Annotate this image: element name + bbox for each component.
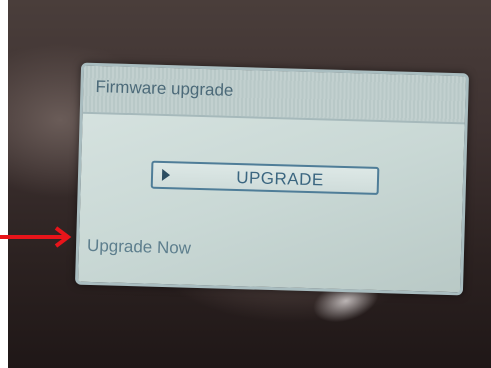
image-margin [0, 0, 8, 368]
red-arrow-icon [0, 226, 72, 248]
status-text: Upgrade Now [86, 235, 192, 258]
upgrade-button[interactable]: UPGRADE [150, 160, 380, 195]
dialog-titlebar: Firmware upgrade [82, 65, 466, 125]
play-triangle-icon [161, 168, 171, 182]
dialog-title: Firmware upgrade [95, 77, 234, 100]
upgrade-button-label: UPGRADE [235, 168, 325, 190]
device-screen: Firmware upgrade UPGRADE Upgrade Now [74, 62, 470, 296]
